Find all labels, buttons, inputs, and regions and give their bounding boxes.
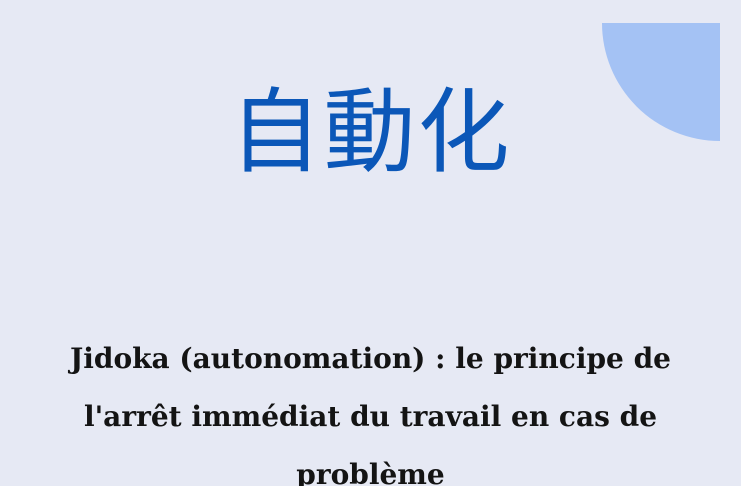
subtitle-text: Jidoka (autonomation) : le principe de l… — [69, 342, 671, 486]
kanji-title: 自動化 — [229, 79, 512, 186]
slide-canvas: 自動化 Jidoka (autonomation) : le principe … — [0, 0, 741, 486]
